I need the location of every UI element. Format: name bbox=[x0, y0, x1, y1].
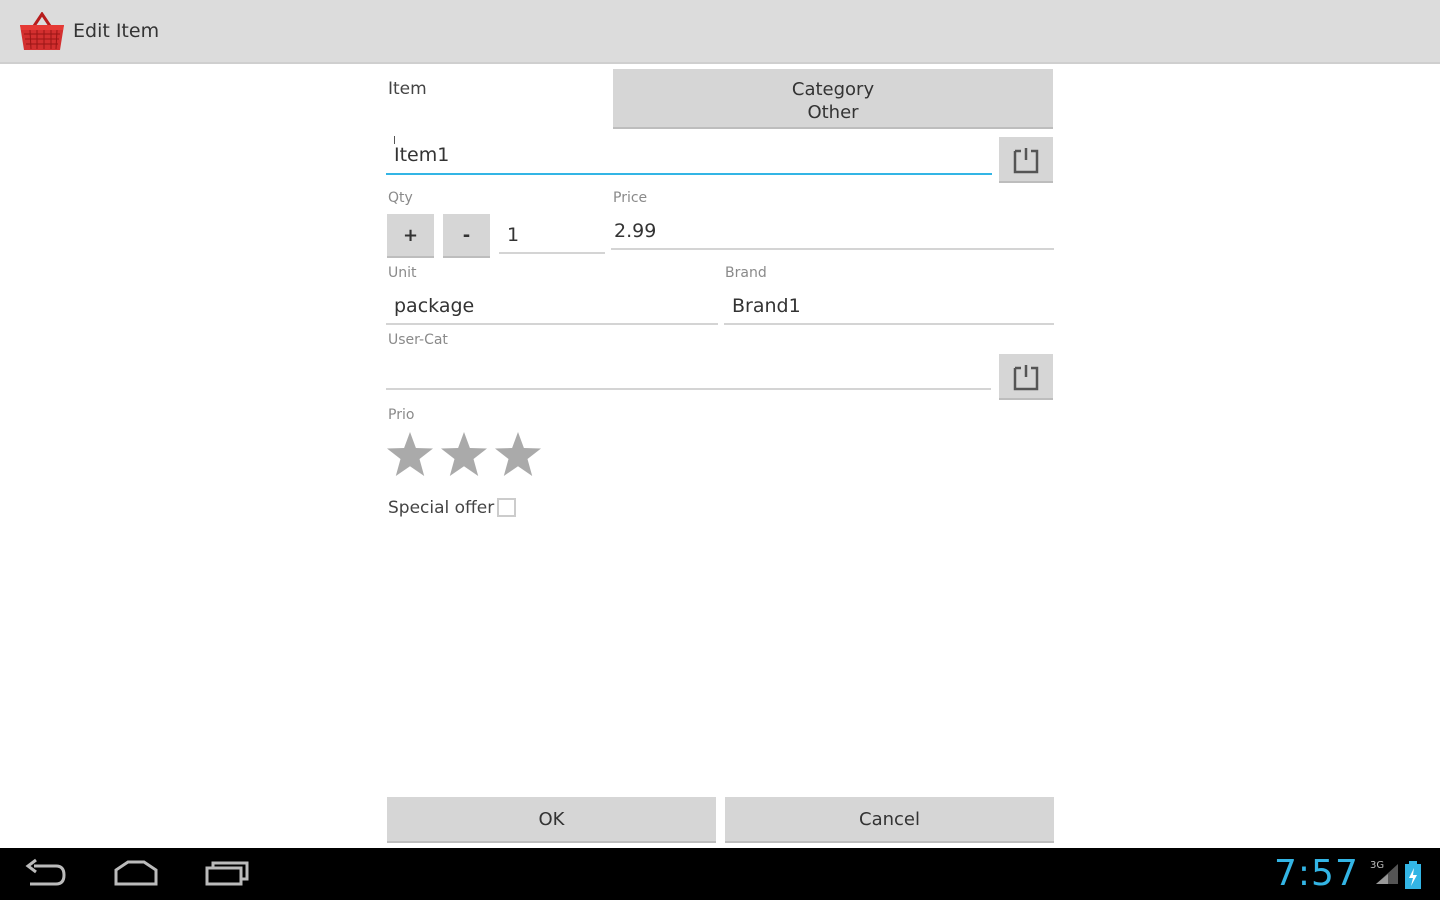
star-icon[interactable] bbox=[440, 430, 488, 478]
unit-value: package bbox=[394, 295, 475, 317]
item-picker-button[interactable] bbox=[999, 137, 1053, 183]
star-icon[interactable] bbox=[386, 430, 434, 478]
clipboard-icon bbox=[1013, 365, 1039, 391]
brand-field[interactable]: Brand1 bbox=[724, 293, 1054, 325]
action-bar: Edit Item bbox=[0, 0, 1440, 64]
item-name-field[interactable]: Item1 bbox=[386, 136, 992, 175]
brand-value: Brand1 bbox=[732, 295, 801, 317]
navigation-bar: 7:57 3G bbox=[0, 848, 1440, 900]
unit-field[interactable]: package bbox=[386, 293, 718, 325]
unit-label: Unit bbox=[388, 265, 417, 281]
category-button[interactable]: Category Other bbox=[613, 69, 1053, 129]
text-cursor bbox=[394, 136, 395, 144]
basket-icon[interactable] bbox=[18, 11, 66, 52]
prio-label: Prio bbox=[388, 407, 415, 423]
qty-plus-button[interactable]: + bbox=[387, 214, 434, 258]
star-icon[interactable] bbox=[494, 430, 542, 478]
item-label: Item bbox=[388, 79, 427, 99]
screen: Edit Item Item Category Other Item1 Qty … bbox=[0, 0, 1440, 900]
price-label: Price bbox=[613, 190, 648, 206]
special-offer-label: Special offer bbox=[388, 498, 495, 518]
brand-label: Brand bbox=[725, 265, 767, 281]
signal-icon bbox=[1376, 864, 1398, 884]
home-icon[interactable] bbox=[112, 858, 160, 890]
price-field[interactable]: 2.99 bbox=[611, 218, 1054, 250]
category-button-value: Other bbox=[807, 102, 859, 123]
qty-label: Qty bbox=[388, 190, 413, 206]
prio-rating[interactable] bbox=[386, 430, 546, 478]
qty-field[interactable]: 1 bbox=[499, 222, 605, 254]
battery-icon bbox=[1405, 861, 1421, 889]
recent-apps-icon[interactable] bbox=[203, 858, 251, 890]
ok-button[interactable]: OK bbox=[387, 797, 716, 843]
back-icon[interactable] bbox=[22, 858, 70, 890]
app-title: Edit Item bbox=[73, 20, 160, 42]
qty-minus-button[interactable]: - bbox=[443, 214, 490, 258]
clipboard-icon bbox=[1013, 148, 1039, 174]
item-name-value: Item1 bbox=[394, 144, 450, 166]
special-offer-checkbox[interactable] bbox=[497, 498, 516, 517]
usercat-label: User-Cat bbox=[388, 332, 448, 348]
cancel-button[interactable]: Cancel bbox=[725, 797, 1054, 843]
price-value: 2.99 bbox=[614, 220, 657, 242]
usercat-picker-button[interactable] bbox=[999, 354, 1053, 400]
status-clock: 7:57 bbox=[1274, 853, 1359, 894]
qty-value: 1 bbox=[507, 224, 520, 246]
usercat-field[interactable] bbox=[386, 358, 991, 390]
category-button-label: Category bbox=[791, 79, 875, 100]
